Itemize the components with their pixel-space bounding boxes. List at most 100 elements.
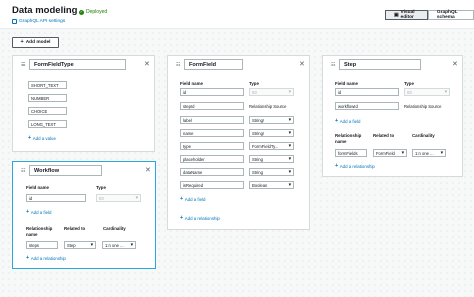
field-type-select: ID! bbox=[249, 88, 294, 96]
related-to-header: Related to bbox=[373, 133, 395, 138]
field-name-header: Field name bbox=[26, 185, 49, 190]
field-type-select[interactable]: String! bbox=[249, 129, 294, 137]
table-icon: ☷ bbox=[21, 168, 26, 174]
card-header: ☷ FormField ✕ bbox=[168, 56, 309, 72]
table-icon: ☷ bbox=[176, 62, 181, 68]
close-icon[interactable]: ✕ bbox=[145, 166, 151, 174]
related-to-select[interactable]: Step bbox=[64, 241, 96, 249]
type-header: Type bbox=[404, 81, 414, 86]
field-type-text: Relationship Source bbox=[404, 104, 442, 109]
model-name-input[interactable]: FormField bbox=[184, 59, 243, 70]
field-name-input[interactable]: id bbox=[335, 88, 399, 96]
plus-icon: + bbox=[335, 118, 339, 124]
field-name-input[interactable]: placeholder bbox=[180, 155, 244, 163]
card-header: ☷ Workflow ✕ bbox=[13, 162, 155, 178]
model-card-step: ☷ Step ✕ Field name Type id ID! workflow… bbox=[322, 55, 463, 177]
add-field-link[interactable]: + Add a field bbox=[180, 196, 206, 203]
enum-value-input[interactable]: LONG_TEXT bbox=[28, 120, 67, 128]
field-type-select: ID! bbox=[96, 194, 141, 202]
model-name-input[interactable]: FormFieldType bbox=[29, 59, 126, 70]
relationship-name-input[interactable]: formFields bbox=[335, 149, 367, 157]
view-toggle: ▣ Visual editor GraphQL schema bbox=[385, 10, 474, 20]
relationship-name-header: Relationship name bbox=[26, 226, 53, 237]
model-name-input[interactable]: Step bbox=[339, 59, 421, 70]
relationship-name-input[interactable]: steps bbox=[26, 241, 58, 249]
visual-editor-icon: ▣ bbox=[394, 12, 399, 18]
field-name-input[interactable]: id bbox=[26, 194, 86, 202]
page-title: Data modeling bbox=[12, 5, 78, 16]
plus-icon: + bbox=[26, 255, 30, 261]
status-badge: ✓ Deployed bbox=[79, 9, 107, 15]
page-header: Data modeling ✓ Deployed GraphQL API set… bbox=[0, 0, 474, 29]
enum-value-input[interactable]: SHORT_TEXT bbox=[28, 81, 67, 89]
plus-icon: + bbox=[180, 215, 184, 221]
add-relationship-label: Add a relationship bbox=[30, 256, 66, 262]
field-name-input[interactable]: stepId bbox=[180, 102, 244, 110]
field-type-select[interactable]: String! bbox=[249, 116, 294, 124]
add-relationship-label: Add a relationship bbox=[339, 164, 375, 170]
related-to-select[interactable]: FormField bbox=[373, 149, 407, 157]
field-type-select[interactable]: String bbox=[249, 155, 294, 163]
visual-editor-label: Visual editor bbox=[400, 10, 415, 20]
model-name-input[interactable]: Workflow bbox=[29, 165, 102, 176]
card-header: ☰ FormFieldType ✕ bbox=[13, 56, 154, 72]
add-value-link[interactable]: + Add a value bbox=[28, 135, 56, 142]
model-card-workflow: ☷ Workflow ✕ Field name Type id ID! + Ad… bbox=[12, 161, 156, 269]
field-name-input[interactable]: isRequired bbox=[180, 181, 244, 189]
api-settings-link[interactable]: GraphQL API settings bbox=[12, 19, 65, 24]
add-field-link[interactable]: + Add a field bbox=[26, 209, 51, 216]
add-field-link[interactable]: + Add a field bbox=[335, 118, 361, 125]
close-icon[interactable]: ✕ bbox=[452, 60, 458, 68]
field-name-header: Field name bbox=[180, 81, 203, 86]
add-relationship-link[interactable]: + Add a relationship bbox=[26, 255, 66, 262]
graphql-schema-label: GraphQL schema bbox=[436, 10, 458, 20]
enum-value-input[interactable]: NUMBER bbox=[28, 94, 67, 102]
plus-icon: + bbox=[26, 209, 30, 215]
plus-icon: + bbox=[28, 135, 32, 141]
field-type-select[interactable]: Boolean bbox=[249, 181, 294, 189]
field-name-input[interactable]: label bbox=[180, 116, 244, 124]
field-name-input[interactable]: id bbox=[180, 88, 244, 96]
field-type-select[interactable]: FormFieldTy... bbox=[249, 142, 294, 150]
settings-icon bbox=[12, 19, 17, 24]
add-field-label: Add a field bbox=[339, 119, 361, 125]
field-type-select: ID! bbox=[404, 88, 450, 96]
close-icon[interactable]: ✕ bbox=[144, 60, 150, 68]
model-card-formfield: ☷ FormField ✕ Field name Type id ID! ste… bbox=[167, 55, 310, 230]
plus-icon: + bbox=[180, 196, 184, 202]
add-relationship-link[interactable]: + Add a relationship bbox=[335, 163, 375, 170]
field-type-select[interactable]: String bbox=[249, 168, 294, 176]
plus-icon: + bbox=[335, 163, 339, 169]
add-relationship-link[interactable]: + Add a relationship bbox=[180, 215, 220, 222]
add-model-button[interactable]: + Add model bbox=[12, 37, 59, 48]
cardinality-select[interactable]: 1:n one ... bbox=[412, 149, 446, 157]
graphql-schema-button[interactable]: GraphQL schema bbox=[427, 10, 474, 20]
cardinality-select[interactable]: 1:n one ... bbox=[102, 241, 136, 249]
add-model-label: Add model bbox=[25, 40, 51, 45]
cardinality-header: Cardinality bbox=[412, 133, 435, 138]
add-relationship-label: Add a relationship bbox=[184, 216, 220, 222]
field-name-input[interactable]: type bbox=[180, 142, 244, 150]
type-header: Type bbox=[96, 185, 106, 190]
field-name-input[interactable]: name bbox=[180, 129, 244, 137]
field-name-header: Field name bbox=[335, 81, 358, 86]
related-to-header: Related to bbox=[64, 226, 86, 231]
plus-icon: + bbox=[20, 38, 24, 45]
list-icon: ☰ bbox=[21, 62, 26, 68]
cardinality-header: Cardinality bbox=[103, 226, 126, 231]
check-circle-icon: ✓ bbox=[79, 9, 84, 15]
add-field-label: Add a field bbox=[184, 197, 206, 203]
visual-editor-button[interactable]: ▣ Visual editor bbox=[385, 10, 428, 20]
table-icon: ☷ bbox=[331, 62, 336, 68]
relationship-name-header: Relationship name bbox=[335, 133, 362, 144]
api-settings-label: GraphQL API settings bbox=[19, 19, 66, 24]
add-value-label: Add a value bbox=[32, 136, 56, 142]
status-text: Deployed bbox=[86, 9, 108, 15]
type-header: Type bbox=[249, 81, 259, 86]
card-header: ☷ Step ✕ bbox=[323, 56, 462, 72]
field-name-input[interactable]: dataName bbox=[180, 168, 244, 176]
field-name-input[interactable]: workflowId bbox=[335, 102, 399, 110]
enum-value-input[interactable]: CHOICE bbox=[28, 107, 67, 115]
close-icon[interactable]: ✕ bbox=[299, 60, 305, 68]
field-type-text: Relationship Source bbox=[249, 104, 287, 109]
